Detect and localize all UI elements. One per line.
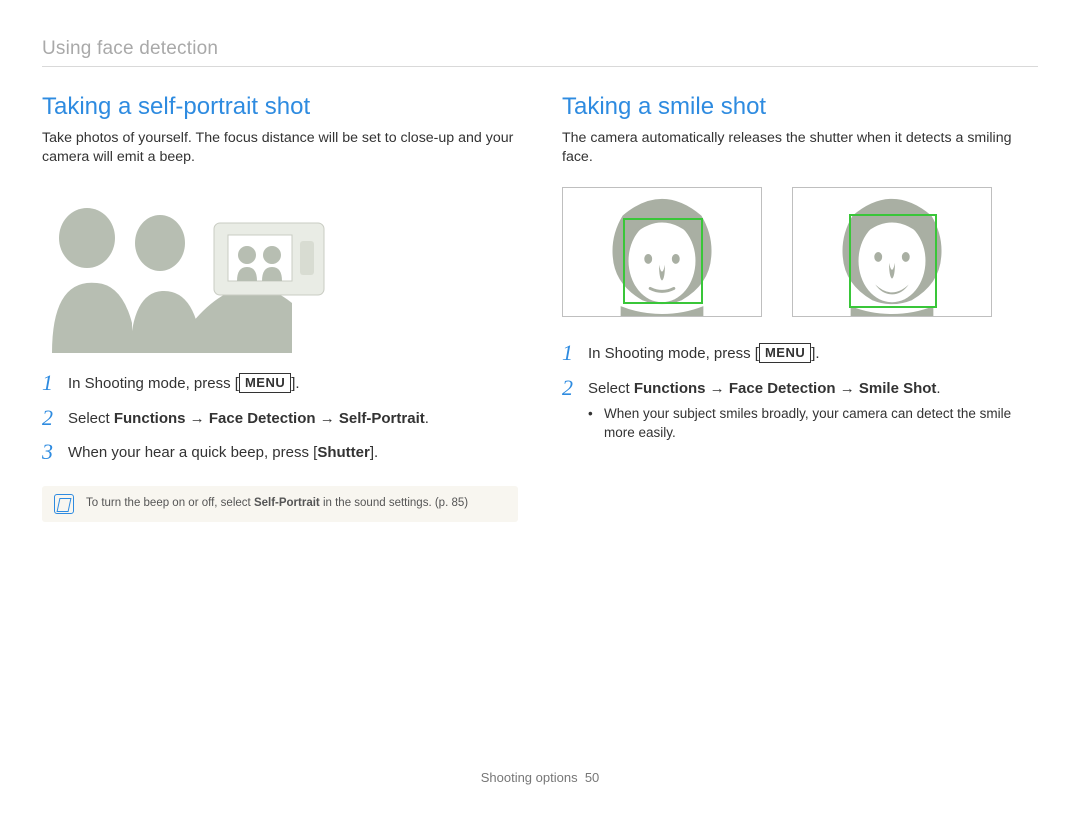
smile-frame-smiling (792, 187, 992, 317)
step-bold: Shutter (317, 444, 370, 461)
step-number: 1 (42, 371, 68, 395)
face-detection-box (849, 214, 937, 308)
note-bold: Self-Portrait (254, 497, 320, 509)
left-intro: Take photos of yourself. The focus dista… (42, 129, 518, 167)
right-title: Taking a smile shot (562, 93, 1038, 121)
footer-page-number: 50 (585, 770, 599, 785)
left-step-1: 1 In Shooting mode, press [MENU]. (42, 371, 518, 395)
right-step-2-bullets: When your subject smiles broadly, your c… (588, 405, 1038, 443)
right-column: Taking a smile shot The camera automatic… (562, 93, 1038, 522)
note-part: in the sound settings. (p. 85) (320, 497, 468, 509)
breadcrumb: Using face detection (42, 38, 1038, 60)
smile-illustrations (562, 187, 1038, 317)
left-step-2: 2 Select Functions → Face Detection → Se… (42, 406, 518, 430)
step-text: Select (588, 380, 634, 397)
menu-button-label: MENU (239, 373, 291, 393)
step-text: In Shooting mode, press [ (68, 375, 239, 392)
step-text: . (936, 380, 940, 397)
step-text: ]. (811, 345, 819, 362)
right-step-1: 1 In Shooting mode, press [MENU]. (562, 341, 1038, 365)
bullet-text: When your subject smiles broadly, your c… (604, 405, 1038, 443)
step-number: 3 (42, 440, 68, 464)
footer-section: Shooting options (481, 770, 578, 785)
bullet-item: When your subject smiles broadly, your c… (588, 405, 1038, 443)
left-step-3: 3 When your hear a quick beep, press [Sh… (42, 440, 518, 464)
right-step-2: 2 Select Functions → Face Detection → Sm… (562, 376, 1038, 448)
right-intro: The camera automatically releases the sh… (562, 129, 1038, 167)
step-text: When your hear a quick beep, press [ (68, 444, 317, 461)
step-number: 2 (562, 376, 588, 400)
left-steps: 1 In Shooting mode, press [MENU]. 2 Sele… (42, 371, 518, 464)
face-detection-box (623, 218, 703, 304)
left-column: Taking a self-portrait shot Take photos … (42, 93, 518, 522)
step-text: Select (68, 410, 114, 427)
page-footer: Shooting options 50 (0, 770, 1080, 785)
left-title: Taking a self-portrait shot (42, 93, 518, 121)
step-number: 2 (42, 406, 68, 430)
note-text: To turn the beep on or off, select Self-… (86, 496, 468, 512)
step-bold: Functions → Face Detection → Smile Shot (634, 380, 937, 397)
step-text: ]. (370, 444, 378, 461)
smile-frame-neutral (562, 187, 762, 317)
note-icon (54, 494, 74, 514)
step-text: In Shooting mode, press [ (588, 345, 759, 362)
step-bold: Functions → Face Detection → Self-Portra… (114, 410, 425, 427)
menu-button-label: MENU (759, 343, 811, 363)
right-steps: 1 In Shooting mode, press [MENU]. 2 Sele… (562, 341, 1038, 447)
note-part: To turn the beep on or off, select (86, 497, 254, 509)
step-number: 1 (562, 341, 588, 365)
note-box: To turn the beep on or off, select Self-… (42, 486, 518, 522)
divider (42, 66, 1038, 67)
self-portrait-illustration (42, 183, 362, 353)
step-text: . (425, 410, 429, 427)
step-text: ]. (291, 375, 299, 392)
